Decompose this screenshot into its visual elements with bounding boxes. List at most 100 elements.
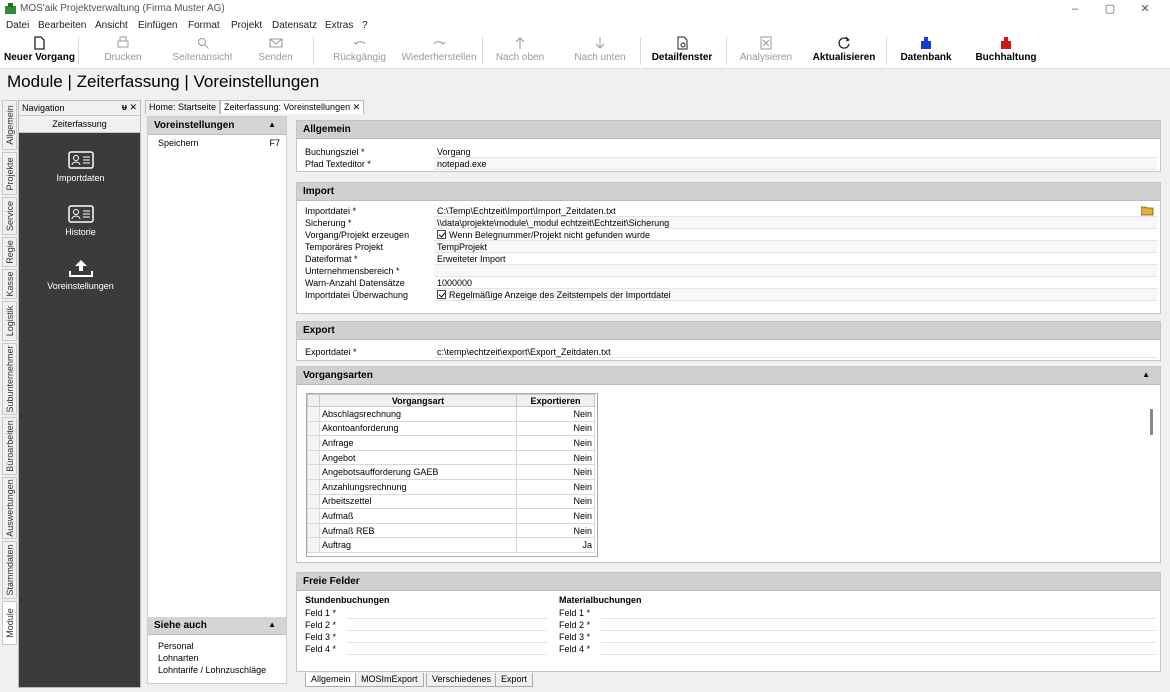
temp-projekt-input[interactable]: TempProjekt [434, 241, 1157, 253]
exportieren-cell[interactable]: Nein [516, 406, 595, 422]
vorgang-erzeugen-checkbox[interactable]: Wenn Belegnummer/Projekt nicht gefunden … [434, 229, 1157, 241]
ueberwachung-checkbox[interactable]: Regelmäßige Anzeige des Zeitstempels der… [434, 289, 1157, 301]
exportieren-cell[interactable]: Nein [516, 449, 595, 466]
exportieren-cell[interactable]: Nein [516, 435, 595, 451]
exportdatei-input[interactable]: c:\temp\echtzeit\export\Export_Zeitdaten… [434, 346, 1157, 358]
stunden-feld-3-input[interactable] [347, 631, 547, 643]
close-tab-icon[interactable]: ✕ [353, 102, 361, 112]
tab-voreinstellungen[interactable]: Zeiterfassung: Voreinstellungen ✕ [220, 100, 365, 114]
vorgangsart-cell[interactable]: Aufmaß [319, 508, 517, 524]
side-section-header[interactable]: Voreinstellungen ▲ [148, 117, 286, 135]
exportieren-cell[interactable]: Nein [516, 464, 595, 480]
vorgangsart-cell[interactable]: Akontoanforderung [319, 420, 517, 437]
menu-format[interactable]: Format [188, 20, 220, 31]
menu-datei[interactable]: Datei [6, 20, 29, 31]
see-also-header[interactable]: Siehe auch ▲ [148, 617, 286, 635]
move-down-button[interactable]: Nach unten [568, 35, 632, 67]
collapse-icon[interactable]: ▲ [268, 120, 276, 129]
vtab-subunternehmer[interactable]: Subunternehmer [2, 343, 17, 415]
pin-icon[interactable]: ᵾ [122, 102, 127, 112]
collapse-icon[interactable]: ▲ [268, 620, 276, 629]
undo-button[interactable]: Rückgängig [322, 35, 397, 67]
vtab-module[interactable]: Module [2, 601, 17, 645]
refresh-button[interactable]: Aktualisieren [808, 35, 880, 67]
table-row[interactable]: Aufmaß REB Nein [307, 522, 595, 539]
vorgangsart-cell[interactable]: Aufmaß REB [319, 522, 517, 539]
close-window-button[interactable]: ✕ [1130, 1, 1160, 17]
vorgangsart-cell[interactable]: Angebot [319, 449, 517, 466]
table-row[interactable]: Angebot Nein [307, 449, 595, 466]
row-indicator[interactable] [307, 406, 320, 422]
side-item-speichern[interactable]: Speichern F7 [148, 135, 286, 149]
row-indicator[interactable] [307, 522, 320, 539]
vtab-allgemein[interactable]: Allgemein [2, 100, 17, 150]
table-row[interactable]: Arbeitszettel Nein [307, 493, 595, 510]
row-indicator[interactable] [307, 508, 320, 524]
see-also-link[interactable]: Lohntarife / Lohnzuschläge [148, 664, 286, 676]
group-header[interactable]: Vorgangsarten ▲ [297, 367, 1160, 385]
exportieren-cell[interactable]: Ja [516, 537, 595, 553]
open-folder-icon[interactable] [1141, 205, 1155, 216]
table-row[interactable]: Abschlagsrechnung Nein [307, 406, 595, 422]
texteditor-path-input[interactable]: notepad.exe [434, 158, 1157, 170]
accounting-button[interactable]: Buchhaltung [974, 35, 1038, 67]
vorgangsart-cell[interactable]: Abschlagsrechnung [319, 406, 517, 422]
vorgangsart-cell[interactable]: Auftrag [319, 537, 517, 553]
vtab-auswertungen[interactable]: Auswertungen [2, 477, 17, 539]
bottom-tab-verschiedenes[interactable]: Verschiedenes [426, 673, 498, 687]
nav-item-historie[interactable]: Historie [19, 205, 142, 237]
menu-projekt[interactable]: Projekt [231, 20, 262, 31]
vertical-scrollbar[interactable] [1150, 395, 1154, 551]
collapse-icon[interactable]: ▲ [1142, 370, 1150, 379]
vtab-stammdaten[interactable]: Stammdaten [2, 541, 17, 599]
detail-window-button[interactable]: Detailfenster [648, 35, 716, 67]
row-indicator[interactable] [307, 435, 320, 451]
analyze-button[interactable]: Analysieren [734, 35, 798, 67]
importdatei-input[interactable]: C:\Temp\Echtzeit\Import\Import_Zeitdaten… [434, 205, 1157, 217]
exportieren-cell[interactable]: Nein [516, 508, 595, 524]
bottom-tab-allgemein[interactable]: Allgemein [305, 673, 357, 687]
minimize-button[interactable]: – [1060, 1, 1090, 17]
row-indicator[interactable] [307, 537, 320, 553]
material-feld-2-input[interactable] [601, 619, 1156, 631]
row-indicator[interactable] [307, 464, 320, 480]
sicherung-input[interactable]: \\data\projekte\module\_modul echtzeit\E… [434, 217, 1157, 229]
tab-home[interactable]: Home: Startseite [145, 100, 221, 114]
scrollbar-thumb[interactable] [1150, 409, 1153, 435]
warn-anzahl-input[interactable]: 1000000 [434, 277, 1157, 289]
database-button[interactable]: Datenbank [896, 35, 956, 67]
buchungsziel-input[interactable]: Vorgang [434, 146, 1157, 158]
table-row[interactable]: Angebotsaufforderung GAEB Nein [307, 464, 595, 480]
dateiformat-select[interactable]: Erweiteter Import [434, 253, 1157, 265]
table-row[interactable]: Anzahlungsrechnung Nein [307, 478, 595, 495]
print-button[interactable]: Drucken [88, 35, 158, 67]
stunden-feld-1-input[interactable] [347, 607, 547, 619]
exportieren-cell[interactable]: Nein [516, 522, 595, 539]
restore-button[interactable]: ▢ [1095, 1, 1125, 17]
page-preview-button[interactable]: Seitenansicht [165, 35, 240, 67]
checkbox-checked[interactable] [437, 290, 446, 299]
see-also-link[interactable]: Lohnarten [148, 652, 286, 664]
row-indicator[interactable] [307, 420, 320, 437]
stunden-feld-4-input[interactable] [347, 643, 547, 655]
exportieren-cell[interactable]: Nein [516, 420, 595, 437]
vorgangsart-cell[interactable]: Anzahlungsrechnung [319, 478, 517, 495]
vtab-kasse[interactable]: Kasse [2, 269, 17, 299]
vtab-projekte[interactable]: Projekte [2, 152, 17, 195]
nav-item-voreinstellungen[interactable]: Voreinstellungen [19, 259, 142, 291]
vorgangsart-cell[interactable]: Arbeitszettel [319, 493, 517, 510]
bottom-tab-export[interactable]: Export [495, 673, 534, 687]
stunden-feld-2-input[interactable] [347, 619, 547, 631]
column-header-vorgangsart[interactable]: Vorgangsart [319, 394, 517, 407]
nav-item-importdaten[interactable]: Importdaten [19, 151, 142, 183]
see-also-link[interactable]: Personal [148, 640, 286, 652]
column-header-exportieren[interactable]: Exportieren [516, 394, 595, 407]
material-feld-1-input[interactable] [601, 607, 1156, 619]
row-indicator[interactable] [307, 478, 320, 495]
exportieren-cell[interactable]: Nein [516, 493, 595, 510]
menu-help[interactable]: ? [362, 20, 368, 31]
row-indicator[interactable] [307, 449, 320, 466]
row-indicator[interactable] [307, 493, 320, 510]
checkbox-checked[interactable] [437, 230, 446, 239]
vorgangsart-cell[interactable]: Anfrage [319, 435, 517, 451]
